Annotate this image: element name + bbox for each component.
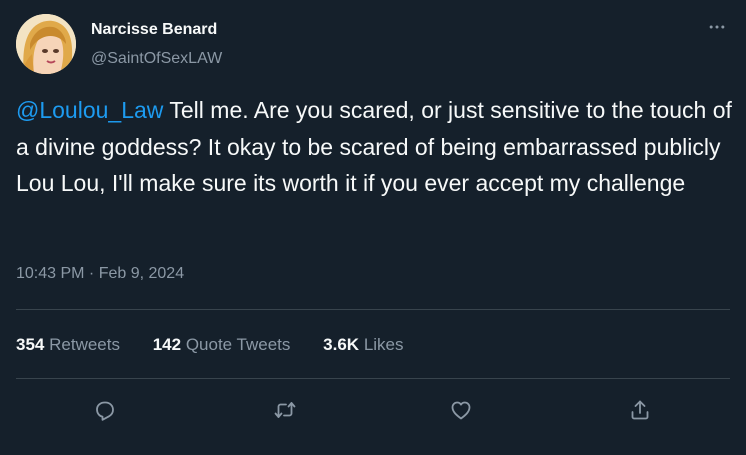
retweet-button[interactable] — [268, 393, 302, 427]
tweet-text: @Loulou_Law Tell me. Are you scared, or … — [16, 92, 732, 202]
retweets-stat[interactable]: 354 Retweets — [16, 335, 120, 355]
tweet-actions — [0, 393, 746, 427]
engagement-stats: 354 Retweets 142 Quote Tweets 3.6K Likes — [16, 335, 404, 355]
mention-link[interactable]: @Loulou_Law — [16, 97, 163, 123]
retweet-icon — [274, 402, 296, 418]
quote-tweets-label: Quote Tweets — [185, 335, 291, 354]
tweet-time[interactable]: 10:43 PM — [16, 265, 84, 282]
share-icon — [631, 400, 649, 420]
like-button[interactable] — [444, 393, 478, 427]
divider — [16, 309, 730, 310]
author-display-name[interactable]: Narcisse Benard — [91, 21, 217, 39]
tweet-timestamp: 10:43 PM · Feb 9, 2024 — [16, 265, 184, 283]
reply-button[interactable] — [88, 393, 122, 427]
share-button[interactable] — [623, 393, 657, 427]
retweets-label: Retweets — [49, 335, 120, 354]
likes-label: Likes — [363, 335, 404, 354]
quote-tweets-count: 142 — [152, 335, 182, 354]
likes-stat[interactable]: 3.6K Likes — [323, 335, 403, 355]
more-options-button[interactable] — [700, 12, 734, 42]
likes-count: 3.6K — [323, 335, 360, 354]
retweets-count: 354 — [16, 335, 45, 354]
tweet-detail: Narcisse Benard @SaintOfSexLAW @Loulou_L… — [0, 0, 746, 455]
quote-tweets-stat[interactable]: 142 Quote Tweets — [153, 335, 291, 355]
divider — [16, 378, 730, 379]
reply-icon — [96, 401, 114, 421]
tweet-date[interactable]: Feb 9, 2024 — [99, 265, 184, 282]
timestamp-separator: · — [84, 265, 99, 282]
heart-icon — [451, 401, 471, 420]
author-handle[interactable]: @SaintOfSexLAW — [91, 50, 222, 68]
avatar-image — [16, 14, 76, 74]
avatar[interactable] — [16, 14, 76, 74]
more-horizontal-icon — [709, 25, 725, 29]
